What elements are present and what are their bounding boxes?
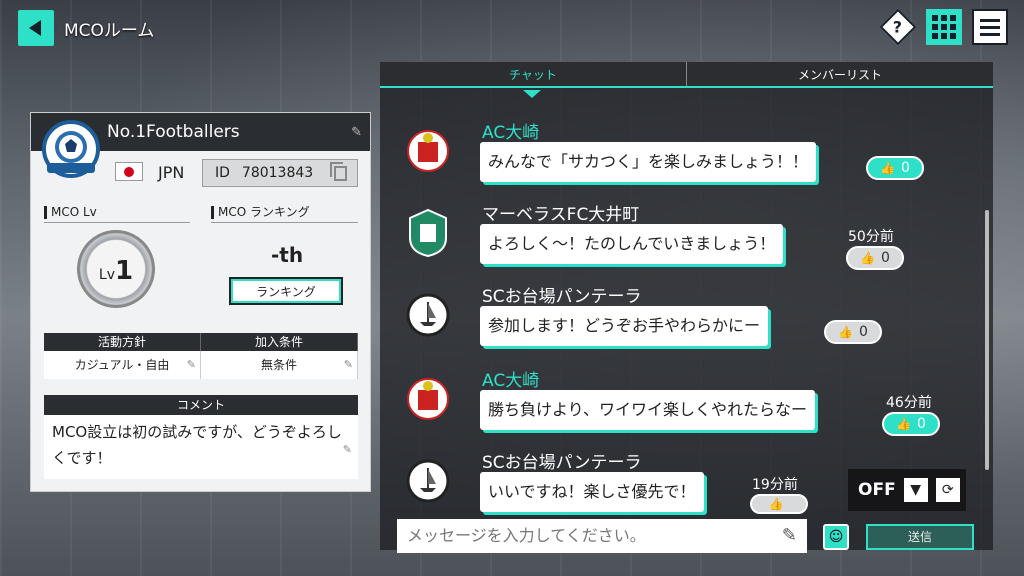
message-bubble: みんなで「サカつく」を楽しみましょう！！ [480,142,817,182]
chat-message: マーベラスFC大井町 よろしく～！たのしんでいきましょう！ 50分前 👍 0 [400,200,990,284]
policy-table: 活動方針 加入条件 カジュアル・自由 ✎ 無条件 ✎ [44,333,358,379]
message-input[interactable]: メッセージを入力してください。 ✎ [397,519,807,553]
sender-name: SCお台場パンテーラ [482,287,642,307]
divider [211,222,358,223]
message-time: 19分前 [752,477,798,493]
grid-menu-icon[interactable] [926,9,962,45]
edit-name-pencil-icon[interactable]: ✎ [351,125,362,140]
filter-icon[interactable]: ▼ [903,478,928,502]
message-bubble: よろしく～！たのしんでいきましょう！ [480,224,784,264]
message-time: 46分前 [886,395,932,411]
ranking-value: -th [271,243,304,267]
id-value: 78013843 [241,165,314,181]
hamburger-menu-icon[interactable] [972,9,1008,45]
level-prefix: Lv [98,267,115,283]
sender-name: AC大崎 [482,123,540,143]
edit-pencil-icon: ✎ [343,358,353,371]
message-bubble: いいですね！楽しさ優先で！ [480,472,704,512]
thumbs-up-icon: 👍 [838,325,854,339]
thumbs-up-icon: 👍 [768,497,784,511]
club-emblem-logo [42,120,100,178]
back-button[interactable] [18,10,54,46]
tab-chat[interactable]: チャット [380,62,687,86]
sc-odaiba-pantera-emblem [406,459,450,503]
marvelous-fc-emblem [409,208,447,258]
active-tab-marker [523,90,541,98]
chat-message: AC大崎 みんなで「サカつく」を楽しみましょう！！ 👍 0 [400,118,990,202]
top-toolbar: ? [879,8,1008,46]
filter-toggle: OFF ▼ ⟳ [848,469,966,511]
chat-tabs: チャット メンバーリスト [380,62,993,88]
comment-header: コメント [44,395,358,415]
japan-flag-icon [115,162,143,181]
send-button[interactable]: 送信 [866,524,974,550]
message-time: 50分前 [848,229,894,245]
chat-message: SCお台場パンテーラ 参加します！どうぞお手やわらかにー 👍 0 [400,282,990,366]
message-bubble: 勝ち負けより、ワイワイ楽しくやれたらなー [480,390,816,430]
emoji-icon[interactable]: ☺ [823,524,849,550]
help-icon[interactable]: ? [879,8,917,46]
tab-member-list[interactable]: メンバーリスト [687,62,993,86]
comment-text[interactable]: MCO設立は初の試みですが、どうぞよろしくです！ ✎ [44,415,358,475]
club-id-box: ID 78013843 [202,159,358,187]
policy-header: 活動方針 [44,333,201,351]
chat-message: AC大崎 勝ち負けより、ワイワイ楽しくやれたらなー 46分前 👍 0 [400,366,990,450]
sender-name: AC大崎 [482,371,540,391]
id-label: ID [215,165,230,181]
level-badge: Lv1 [77,230,155,308]
refresh-icon[interactable]: ⟳ [935,478,960,502]
sender-name: マーベラスFC大井町 [482,205,640,225]
edit-comment-pencil-icon[interactable]: ✎ [343,437,352,463]
sender-name: SCお台場パンテーラ [482,453,642,473]
join-condition-value[interactable]: 無条件 ✎ [201,351,358,379]
edit-pencil-icon: ✎ [186,358,196,371]
sc-odaiba-pantera-emblem [406,293,450,337]
mco-lv-label: MCO Lv [44,206,97,219]
thumbs-up-icon: 👍 [880,161,896,175]
country-code: JPN [158,163,185,182]
thumbs-up-icon: 👍 [896,417,912,431]
ranking-button[interactable]: ランキング [229,277,343,305]
policy-value[interactable]: カジュアル・自由 ✎ [44,351,201,379]
level-value: 1 [115,256,134,286]
copy-icon[interactable] [330,162,347,181]
like-button[interactable]: 👍 0 [846,246,904,270]
join-condition-header: 加入条件 [201,333,358,351]
club-name: No.1Footballers [107,122,240,142]
like-button[interactable]: 👍 0 [866,156,924,180]
divider [44,222,190,223]
club-info-panel: No.1Footballers ✎ JPN ID 78013843 MCO Lv… [30,112,371,492]
ac-osaki-emblem [407,378,449,420]
thumbs-up-icon: 👍 [860,251,876,265]
like-button[interactable]: 👍 [750,494,808,514]
message-bubble: 参加します！どうぞお手やわらかにー [480,306,769,346]
comment-box: コメント MCO設立は初の試みですが、どうぞよろしくです！ ✎ [44,395,358,479]
ac-osaki-emblem [407,130,449,172]
mco-ranking-label: MCO ランキング [211,206,310,219]
filter-state: OFF [858,480,896,500]
like-button[interactable]: 👍 0 [882,412,940,436]
pencil-icon: ✎ [781,525,797,546]
like-button[interactable]: 👍 0 [824,320,882,344]
page-title: MCOルーム [64,21,155,41]
